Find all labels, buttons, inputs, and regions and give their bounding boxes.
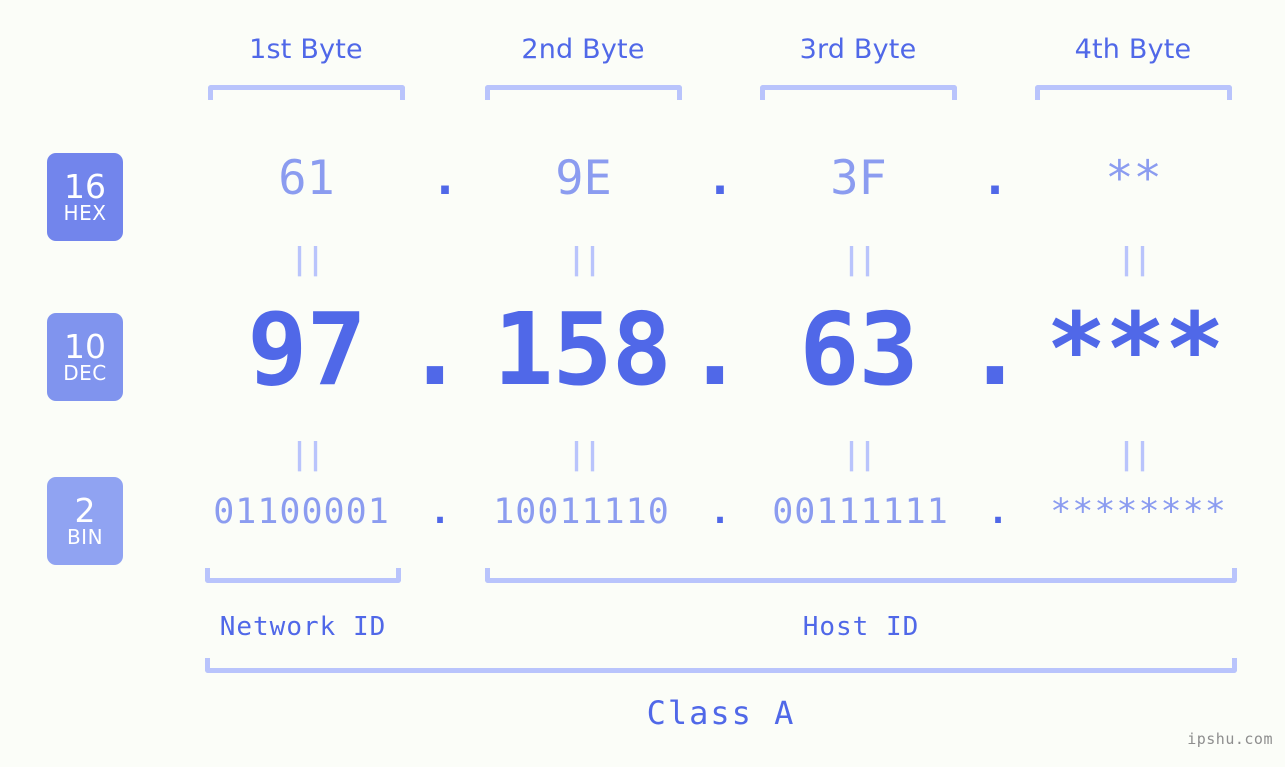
base-badge-bin-number: 2: [74, 490, 96, 530]
byte-header-label-4: 4th Byte: [1074, 34, 1192, 65]
hex-byte-value-4: **: [1105, 151, 1162, 206]
equals-mark-hex-dec-2: ||: [567, 242, 601, 277]
ip-byte-diagram: 1st Byte 2nd Byte 3rd Byte 4th Byte 16 H…: [0, 0, 1285, 767]
base-badge-hex-name: HEX: [63, 201, 107, 226]
base-badge-bin-name: BIN: [66, 525, 104, 550]
bin-byte-value-4: ********: [1050, 492, 1227, 532]
dec-byte-value-3: 63: [799, 291, 918, 408]
equals-mark-dec-bin-1: ||: [290, 437, 324, 472]
class-bracket: [205, 658, 1237, 673]
bin-separator-2: .: [709, 492, 731, 532]
host-id-bracket: [485, 568, 1237, 583]
byte-bracket-2: [485, 85, 682, 100]
host-id-label: Host ID: [802, 612, 920, 642]
dec-byte-value-4: ***: [1046, 291, 1225, 408]
dec-separator-2: .: [684, 291, 746, 408]
base-badge-hex-number: 16: [64, 166, 106, 206]
hex-byte-value-2: 9E: [555, 151, 612, 206]
hex-separator-1: .: [430, 151, 460, 206]
hex-byte-value-3: 3F: [830, 151, 887, 206]
equals-mark-dec-bin-3: ||: [842, 437, 876, 472]
base-badge-hex: 16 HEX: [47, 153, 123, 241]
bin-byte-value-1: 01100001: [213, 492, 390, 532]
network-id-bracket: [205, 568, 401, 583]
hex-byte-value-1: 61: [278, 151, 335, 206]
dec-byte-value-1: 97: [247, 291, 366, 408]
equals-mark-hex-dec-1: ||: [290, 242, 324, 277]
byte-header-label-2: 2nd Byte: [521, 34, 645, 65]
equals-mark-hex-dec-4: ||: [1117, 242, 1151, 277]
bin-separator-1: .: [429, 492, 451, 532]
byte-header-label-1: 1st Byte: [249, 34, 363, 65]
equals-mark-dec-bin-2: ||: [567, 437, 601, 472]
byte-bracket-1: [208, 85, 405, 100]
dec-byte-value-2: 158: [493, 291, 672, 408]
byte-bracket-4: [1035, 85, 1232, 100]
class-label: Class A: [646, 694, 796, 732]
bin-byte-value-2: 10011110: [493, 492, 670, 532]
base-badge-dec-name: DEC: [63, 361, 107, 386]
hex-separator-3: .: [980, 151, 1010, 206]
bin-separator-3: .: [987, 492, 1009, 532]
byte-bracket-3: [760, 85, 957, 100]
site-watermark: ipshu.com: [1187, 730, 1273, 748]
bin-byte-value-3: 00111111: [772, 492, 949, 532]
network-id-label: Network ID: [219, 612, 387, 642]
dec-separator-3: .: [964, 291, 1026, 408]
byte-header-label-3: 3rd Byte: [799, 34, 917, 65]
hex-separator-2: .: [705, 151, 735, 206]
equals-mark-dec-bin-4: ||: [1117, 437, 1151, 472]
dec-separator-1: .: [404, 291, 466, 408]
base-badge-dec-number: 10: [64, 326, 106, 366]
base-badge-bin: 2 BIN: [47, 477, 123, 565]
equals-mark-hex-dec-3: ||: [842, 242, 876, 277]
base-badge-dec: 10 DEC: [47, 313, 123, 401]
